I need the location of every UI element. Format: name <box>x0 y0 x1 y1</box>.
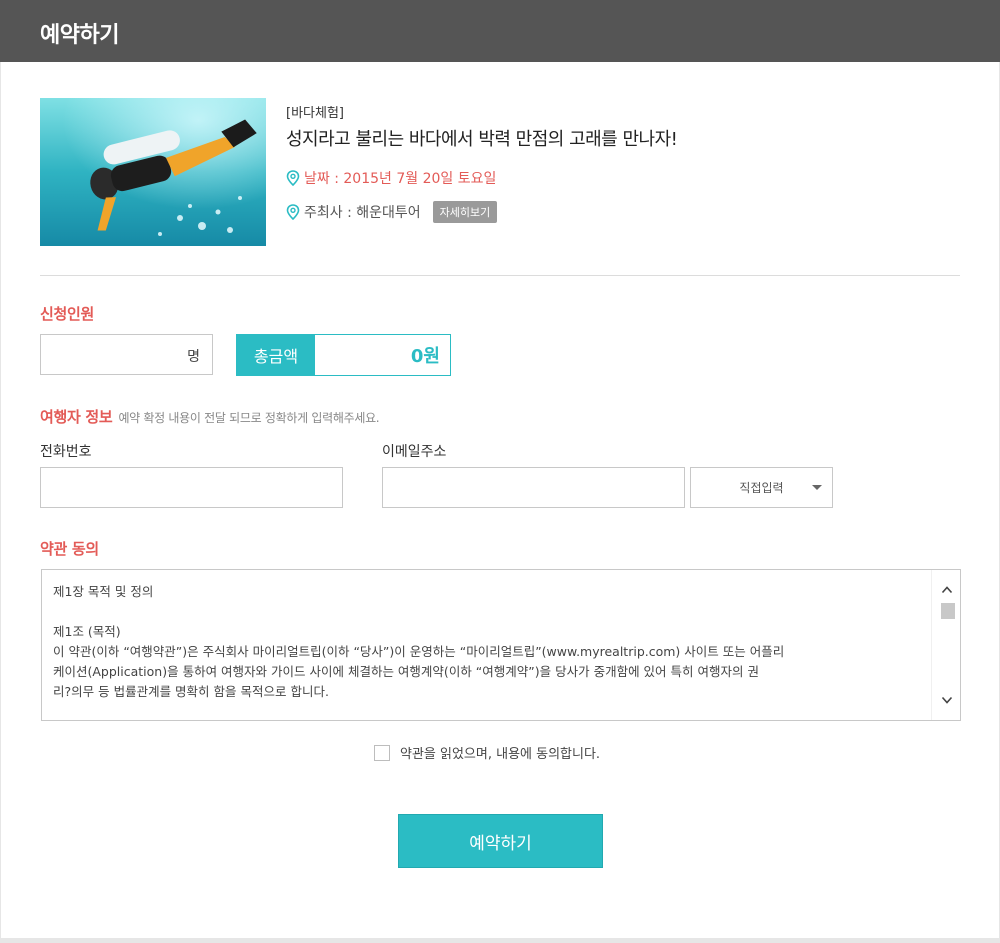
terms-agree[interactable]: 약관을 읽었으며, 내용에 동의합니다. <box>374 743 600 762</box>
phone-label: 전화번호 <box>40 444 92 460</box>
title-bar: 예약하기 <box>0 0 1000 62</box>
applicants-label: 신청인원 <box>40 305 95 323</box>
terms-agree-label: 약관을 읽었으며, 내용에 동의합니다. <box>400 747 601 762</box>
applicant-unit: 명 <box>187 349 200 365</box>
total-amount: 총금액 0원 <box>236 334 451 376</box>
scroll-thumb[interactable] <box>941 603 955 619</box>
event-category: [바다체험] <box>286 106 344 121</box>
traveler-info-note: 예약 확정 내용이 전달 되므로 정확하게 입력해주세요. <box>118 411 380 425</box>
reserve-button[interactable]: 예약하기 <box>398 814 603 868</box>
email-label: 이메일주소 <box>382 444 447 460</box>
terms-agree-checkbox[interactable] <box>374 744 390 761</box>
location-pin-icon <box>286 170 300 186</box>
detail-button[interactable]: 자세히보기 <box>432 201 498 223</box>
traveler-info-label: 여행자 정보 <box>40 408 113 426</box>
email-domain-select[interactable]: 직접입력 <box>690 467 833 508</box>
caret-down-icon <box>812 485 822 490</box>
event-title: 성지라고 불리는 바다에서 박력 만점의 고래를 만나자! <box>286 129 678 150</box>
terms-scrollbar[interactable] <box>931 570 960 720</box>
email-domain-selected: 직접입력 <box>739 481 784 495</box>
terms-text: 제1장 목적 및 정의 제1조 (목적) 이 약관(이하 “여행약관”)은 주식… <box>53 582 923 702</box>
booking-window: 예약하기 [바다체험] 성지라고 불리는 바다에서 박력 만점의 고래를 만나자… <box>0 0 1000 943</box>
section-divider <box>40 275 960 276</box>
event-host: 주최사 : 해운대투어 자세히보기 <box>286 201 498 223</box>
event-date: 날짜 : 2015년 7월 20일 토요일 <box>286 168 496 188</box>
terms-label: 약관 동의 <box>40 540 99 558</box>
traveler-info-heading: 여행자 정보 예약 확정 내용이 전달 되므로 정확하게 입력해주세요. <box>40 406 380 427</box>
event-date-text: 날짜 : 2015년 7월 20일 토요일 <box>304 171 497 187</box>
booking-panel: [바다체험] 성지라고 불리는 바다에서 박력 만점의 고래를 만나자! 날짜 … <box>1 62 999 938</box>
window-title: 예약하기 <box>40 23 119 48</box>
terms-textarea[interactable]: 제1장 목적 및 정의 제1조 (목적) 이 약관(이하 “여행약관”)은 주식… <box>41 569 961 721</box>
event-photo <box>40 98 266 246</box>
applicant-count-input[interactable]: 명 <box>40 334 213 375</box>
email-input[interactable] <box>382 467 685 508</box>
terms-content: 제1장 목적 및 정의 제1조 (목적) 이 약관(이하 “여행약관”)은 주식… <box>53 584 785 699</box>
chevron-down-icon[interactable] <box>941 694 953 706</box>
total-amount-value: 0원 <box>410 346 440 367</box>
phone-input[interactable] <box>40 467 343 508</box>
total-amount-label: 총금액 <box>237 335 315 375</box>
location-pin-icon <box>286 204 300 220</box>
chevron-up-icon[interactable] <box>941 584 953 596</box>
event-host-text: 주최사 : 해운대투어 <box>304 205 421 221</box>
